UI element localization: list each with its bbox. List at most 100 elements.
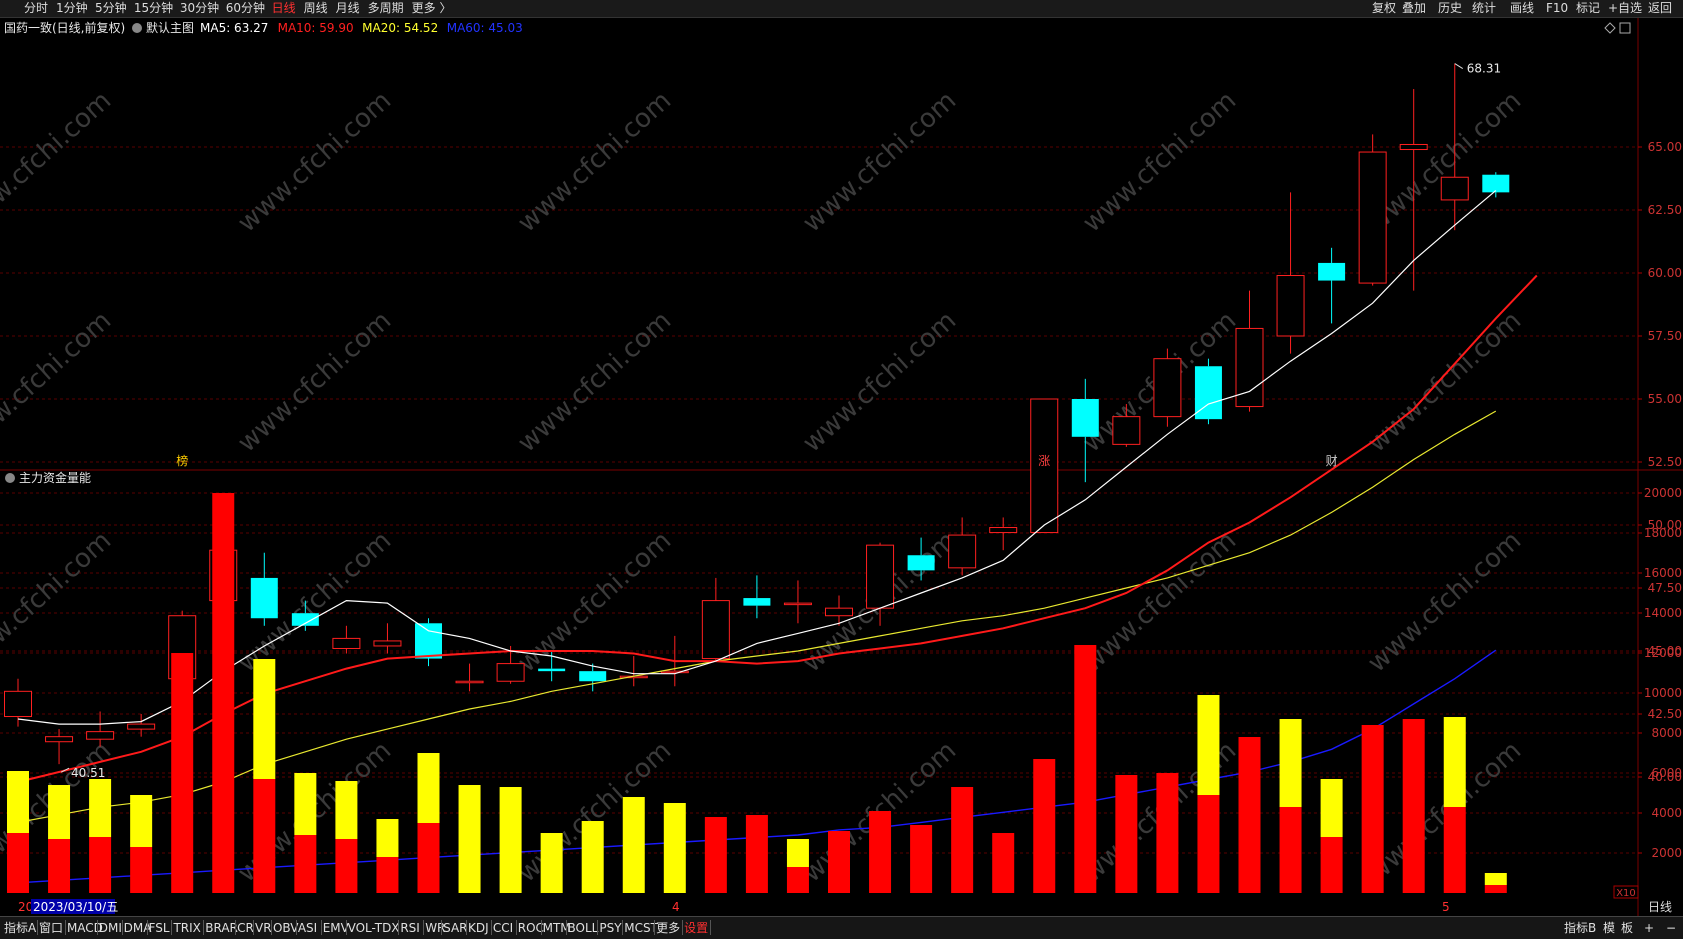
volume-bar xyxy=(704,817,727,893)
indicator-tab[interactable]: FSL xyxy=(149,918,170,938)
bottom-right-tool[interactable]: + xyxy=(1644,918,1654,938)
candle-body-down xyxy=(250,577,278,619)
indicator-tab[interactable]: 指标A xyxy=(4,918,36,938)
watermark-text: www.cfchi.com xyxy=(797,86,962,239)
volume-bar-red xyxy=(951,787,974,893)
volume-bar-red xyxy=(869,811,892,893)
bottom-right-tool[interactable]: 指标B xyxy=(1564,918,1596,938)
indicator-tab[interactable]: PSY xyxy=(599,918,621,938)
indicator-tab[interactable]: 设置 xyxy=(684,918,708,938)
candle-body-down xyxy=(907,555,935,571)
volume-bar-red xyxy=(335,839,358,893)
candlestick xyxy=(1194,358,1222,425)
ma-value-label: MA60: 45.03 xyxy=(447,21,523,35)
candle-body-up xyxy=(701,600,730,660)
tab-separator xyxy=(320,920,322,935)
volume-bar xyxy=(992,833,1015,893)
period-tab[interactable]: 周线 xyxy=(304,0,328,17)
toolbar-tool[interactable]: 返回 xyxy=(1648,0,1672,17)
volume-bar xyxy=(622,797,645,893)
toolbar-tool[interactable]: 复权 xyxy=(1372,0,1396,17)
toolbar-tool[interactable]: +自选 xyxy=(1608,0,1642,17)
volume-bar xyxy=(1443,717,1466,893)
period-tab[interactable]: 日线 xyxy=(272,0,296,17)
volume-tick-label: 16000 xyxy=(1644,566,1682,580)
toolbar-tool[interactable]: 标记 xyxy=(1576,0,1600,17)
bottom-right-tool[interactable]: 模 xyxy=(1603,918,1615,938)
indicator-tab[interactable]: 窗口 xyxy=(39,918,63,938)
volume-bar-yellow xyxy=(499,787,522,893)
volume-bar xyxy=(48,785,71,893)
candlestick xyxy=(1482,172,1510,198)
toolbar-tool[interactable]: 历史 xyxy=(1438,0,1462,17)
indicator-tab[interactable]: OBV xyxy=(273,918,299,938)
volume-bar-yellow xyxy=(581,821,604,893)
toolbar-tool[interactable]: 叠加 xyxy=(1402,0,1426,17)
indicator-tab[interactable]: 更多 xyxy=(656,918,680,938)
grid-layer xyxy=(0,18,1683,916)
tab-separator xyxy=(295,920,297,935)
toolbar-tool[interactable]: 画线 xyxy=(1510,0,1534,17)
tab-separator xyxy=(423,920,425,935)
period-tab[interactable]: 5分钟 xyxy=(95,0,127,17)
diamond-icon xyxy=(1604,22,1616,34)
indicator-tab[interactable]: SAR xyxy=(443,918,467,938)
low-marker-label: 40.51 xyxy=(71,766,105,780)
tab-separator xyxy=(597,920,599,935)
indicator-tab[interactable]: CCI xyxy=(493,918,513,938)
volume-bar-red xyxy=(294,835,317,893)
tab-separator xyxy=(398,920,400,935)
volume-bar xyxy=(294,773,317,893)
indicator-tab[interactable]: VOL-TDX xyxy=(348,918,400,938)
volume-bar-red xyxy=(130,847,153,893)
period-toolbar: 分时 1分钟 5分钟 15分钟 30分钟 60分钟 日线 周线 月线 多周期 更多 〉 复权 叠加 历史… xyxy=(0,0,1683,18)
price-tick-label: 57.50 xyxy=(1648,329,1682,343)
volume-tick-label: 6000 xyxy=(1651,766,1682,780)
candlestick xyxy=(373,623,402,654)
bottom-right-tool[interactable]: 板 xyxy=(1621,918,1633,938)
watermark-text: www.cfchi.com xyxy=(512,86,677,239)
toolbar-tool[interactable]: F10 xyxy=(1546,0,1568,17)
candle-body-up xyxy=(989,527,1018,534)
candle-body-up xyxy=(1358,151,1387,284)
candlestick xyxy=(455,663,484,692)
volume-bar-yellow xyxy=(663,803,686,893)
indicator-tab-bar: 指标A 窗口 MACD DMI DMA FSL TRIX BRAR CR VR OBV ASI EMV V… xyxy=(0,916,1683,939)
bottom-right-tool[interactable]: − xyxy=(1666,918,1676,938)
period-tab[interactable]: 月线 xyxy=(336,0,360,17)
volume-bar-red xyxy=(1484,885,1507,893)
volume-bar-yellow xyxy=(376,819,399,857)
tab-separator xyxy=(682,920,684,935)
ma-layer xyxy=(17,190,1538,884)
volume-bar xyxy=(663,803,686,893)
period-tab[interactable]: 60分钟 xyxy=(226,0,265,17)
indicator-tab[interactable]: RSI xyxy=(400,918,420,938)
period-tab[interactable]: 30分钟 xyxy=(180,0,219,17)
volume-tick-label: 18000 xyxy=(1644,526,1682,540)
volume-bar-red xyxy=(1156,773,1179,893)
period-tab[interactable]: 1分钟 xyxy=(56,0,88,17)
volume-bar xyxy=(869,811,892,893)
tab-separator xyxy=(64,920,66,935)
indicator-tab[interactable]: VR xyxy=(255,918,272,938)
candlestick xyxy=(332,625,361,654)
volume-bar-red xyxy=(1279,807,1302,893)
indicator-tab[interactable]: KDJ xyxy=(468,918,489,938)
indicator-tab[interactable]: TRIX xyxy=(173,918,200,938)
period-tab[interactable]: 多周期 xyxy=(368,0,404,17)
period-tab[interactable]: 分时 xyxy=(24,0,48,17)
indicator-tab[interactable]: BRAR xyxy=(205,918,238,938)
period-tab[interactable]: 更多 〉 xyxy=(412,0,452,17)
indicator-tab[interactable]: MCST xyxy=(624,918,658,938)
stock-chart[interactable]: www.cfchi.com www.cfchi.com www.cfchi.com w… xyxy=(0,18,1683,916)
indicator-tab[interactable]: ASI xyxy=(298,918,317,938)
indicator-tab[interactable]: BOLL xyxy=(568,918,599,938)
period-tab[interactable]: 15分钟 xyxy=(134,0,173,17)
candle-body-up xyxy=(127,723,156,730)
volume-bar xyxy=(1197,695,1220,893)
candlestick xyxy=(989,517,1018,551)
volume-bar-red xyxy=(1320,837,1343,893)
indicator-tab[interactable]: DMI xyxy=(99,918,122,938)
indicator-tab[interactable]: CR xyxy=(237,918,254,938)
toolbar-tool[interactable]: 统计 xyxy=(1472,0,1496,17)
